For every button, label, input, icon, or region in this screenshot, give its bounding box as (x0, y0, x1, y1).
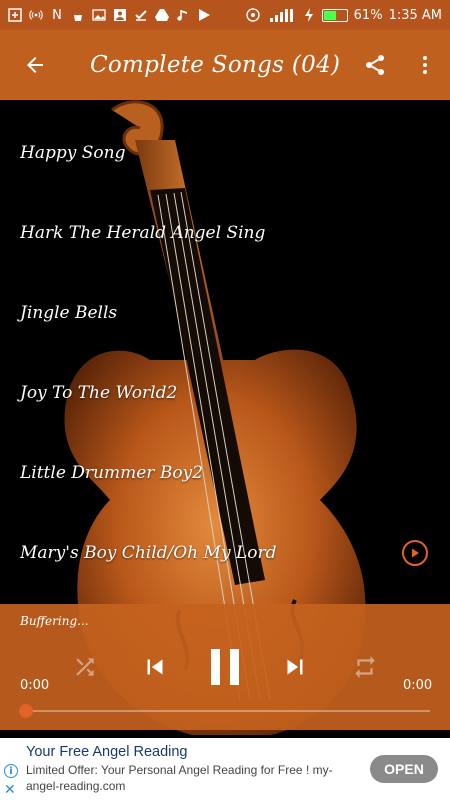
notification-icons: N (8, 7, 211, 23)
repeat-button[interactable] (350, 642, 380, 692)
page-title: Complete Songs (04) (90, 52, 341, 78)
wifi-icon (244, 8, 262, 22)
shuffle-button[interactable] (70, 642, 100, 692)
player-status: Buffering... (20, 614, 89, 628)
song-title: Hark The Herald Angel Sing (20, 223, 266, 243)
battery-icon (321, 8, 348, 22)
repeat-icon (355, 656, 375, 678)
pause-icon (211, 649, 239, 685)
more-options-button[interactable] (400, 30, 450, 100)
total-time: 0:00 (403, 678, 433, 693)
media-player: Buffering... 0:00 0:00 (0, 604, 450, 730)
play-store-icon (197, 8, 211, 22)
share-button[interactable] (350, 30, 400, 100)
ad-info-icon[interactable]: i (4, 764, 18, 778)
clock: 1:35 AM (388, 7, 442, 23)
pause-button[interactable] (200, 642, 250, 692)
n-icon: N (52, 7, 62, 23)
player-controls (0, 642, 450, 692)
song-list: Happy Song Hark The Herald Angel Sing Ji… (0, 113, 450, 593)
hotspot-icon (29, 8, 43, 22)
image-icon (92, 8, 106, 22)
list-item[interactable]: Hark The Herald Angel Sing (0, 193, 450, 273)
arrow-left-icon (27, 57, 43, 73)
back-button[interactable] (0, 30, 70, 100)
app-bar: Complete Songs (04) (0, 30, 450, 100)
now-playing-play-icon[interactable] (402, 540, 428, 566)
song-title: Mary's Boy Child/Oh My Lord (20, 543, 277, 563)
signal-icon (268, 8, 296, 22)
song-title: Joy To The World2 (20, 383, 178, 403)
skip-previous-icon (147, 659, 163, 675)
skip-next-icon (287, 659, 303, 675)
battery-percent: 61% (353, 7, 383, 23)
current-time: 0:00 (20, 678, 50, 693)
ad-headline[interactable]: Your Free Angel Reading (26, 744, 188, 760)
seek-bar-thumb[interactable] (19, 704, 33, 718)
previous-button[interactable] (138, 642, 172, 692)
checkmark-icon (134, 8, 148, 22)
song-title: Little Drummer Boy2 (20, 463, 203, 483)
charging-icon (302, 8, 316, 22)
system-status: 61% 1:35 AM (244, 8, 442, 23)
seek-bar[interactable] (25, 710, 430, 712)
account-box-icon (113, 8, 127, 22)
song-title: Happy Song (20, 143, 126, 163)
ad-open-button[interactable]: OPEN (370, 755, 438, 783)
shuffle-icon (76, 658, 94, 676)
next-button[interactable] (278, 642, 312, 692)
share-icon (366, 55, 384, 75)
list-item[interactable]: Happy Song (0, 113, 450, 193)
list-item[interactable]: Joy To The World2 (0, 353, 450, 433)
ad-banner[interactable]: i ✕ Your Free Angel Reading Limited Offe… (0, 738, 450, 800)
drive-icon (155, 8, 169, 22)
battery-fill (323, 10, 337, 20)
ad-body: Limited Offer: Your Personal Angel Readi… (26, 763, 333, 793)
list-item-now-playing[interactable]: Mary's Boy Child/Oh My Lord (0, 513, 450, 593)
ad-close-icon[interactable]: ✕ (4, 782, 16, 798)
more-vert-icon (423, 56, 427, 74)
plus-box-icon (8, 8, 22, 22)
status-bar: N 61% 1:35 AM (0, 0, 450, 30)
broom-icon (71, 8, 85, 22)
song-title: Jingle Bells (20, 303, 118, 323)
list-item[interactable]: Little Drummer Boy2 (0, 433, 450, 513)
list-item[interactable]: Jingle Bells (0, 273, 450, 353)
music-icon (176, 8, 190, 22)
